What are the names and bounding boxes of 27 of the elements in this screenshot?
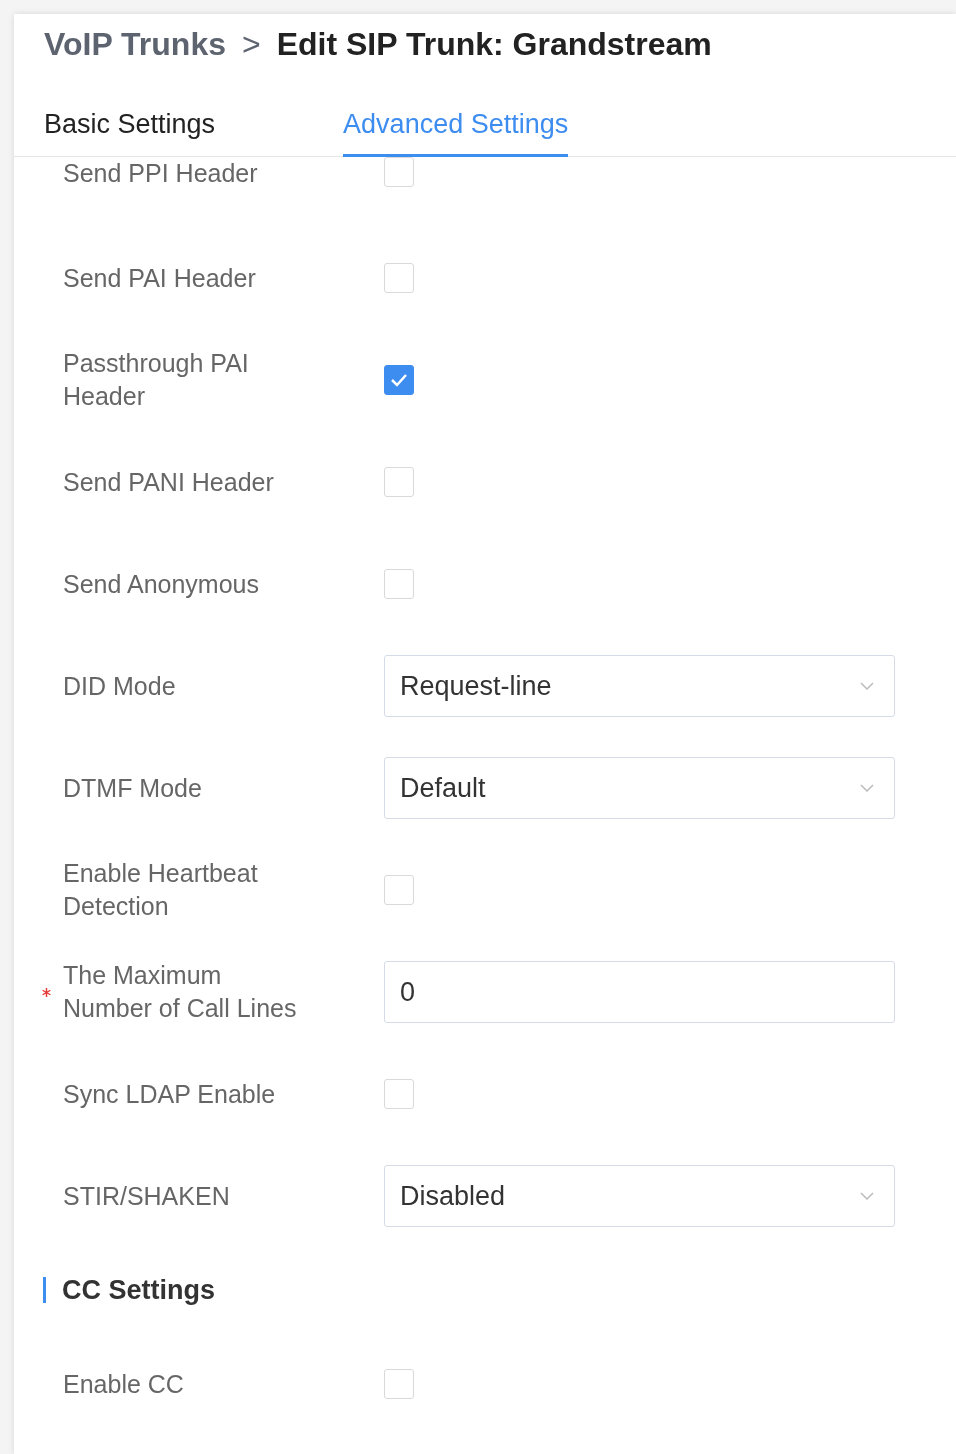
- section-marker: [43, 1277, 46, 1303]
- field-label: Send PANI Header: [63, 466, 275, 498]
- field-label: DID Mode: [63, 670, 177, 702]
- chevron-down-icon: [860, 1192, 874, 1200]
- breadcrumb-link[interactable]: VoIP Trunks: [44, 26, 226, 63]
- checkbox[interactable]: [384, 365, 414, 395]
- section-title: CC Settings: [62, 1274, 215, 1306]
- breadcrumb-separator: >: [242, 26, 261, 63]
- dropdown[interactable]: Request-line: [384, 655, 895, 717]
- field-label: Passthrough PAI Header: [63, 348, 250, 412]
- chevron-down-icon: [860, 784, 874, 792]
- field-label: DTMF Mode: [63, 772, 203, 804]
- chevron-down-icon: [860, 682, 874, 690]
- field-label: Sync LDAP Enable: [63, 1078, 277, 1110]
- tab[interactable]: Basic Settings: [44, 109, 216, 157]
- checkmark-icon: [390, 373, 408, 387]
- input-field[interactable]: 0: [384, 961, 895, 1023]
- field-label: Send PPI Header: [63, 158, 259, 189]
- field-label: Send PAI Header: [63, 262, 257, 294]
- field-label: Enable CC: [63, 1368, 185, 1400]
- dropdown[interactable]: Default: [384, 757, 895, 819]
- page-title: Edit SIP Trunk: Grandstream: [276, 26, 712, 63]
- dropdown[interactable]: Disabled: [384, 1165, 895, 1227]
- field-label: Send Anonymous: [63, 568, 260, 600]
- field-label: The Maximum Number of Call Lines: [63, 960, 298, 1024]
- field-label: STIR/SHAKEN: [63, 1180, 231, 1212]
- field-label: Enable Heartbeat Detection: [63, 858, 259, 922]
